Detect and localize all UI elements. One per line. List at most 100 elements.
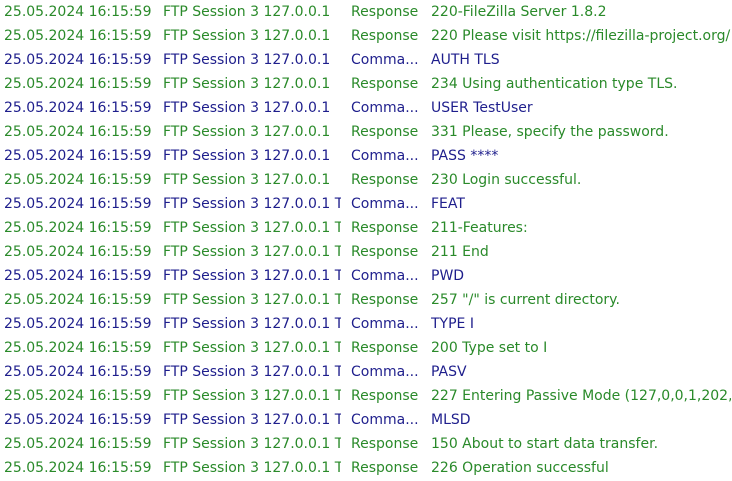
log-row-command[interactable]: 25.05.2024 16:15:59 FTP Session 3 127.0.0… [0,96,732,120]
log-row-command[interactable]: 25.05.2024 16:15:59 FTP Session 3 127.0.0… [0,48,732,72]
log-date-cell: 25.05.2024 16:15:59 [4,460,152,476]
log-type-cell: Comma... [351,148,419,164]
log-message-cell: 331 Please, specify the password. [431,124,669,140]
log-session-cell: FTP Session 3 127.0.0.1 T... [163,412,341,428]
log-type-cell: Response [351,172,419,188]
log-date-cell: 25.05.2024 16:15:59 [4,436,152,452]
log-type-cell: Response [351,436,419,452]
log-message-cell: 150 About to start data transfer. [431,436,659,452]
log-session-cell: FTP Session 3 127.0.0.1 [163,100,331,116]
log-date-cell: 25.05.2024 16:15:59 [4,52,152,68]
log-message-cell: TYPE I [431,316,474,332]
log-row-response[interactable]: 25.05.2024 16:15:59 FTP Session 3 127.0.0… [0,72,732,96]
log-message-cell: 200 Type set to I [431,340,548,356]
log-row-response[interactable]: 25.05.2024 16:15:59 FTP Session 3 127.0.0… [0,432,732,456]
log-session-cell: FTP Session 3 127.0.0.1 T... [163,460,341,476]
log-session-cell: FTP Session 3 127.0.0.1 T... [163,196,341,212]
log-date-cell: 25.05.2024 16:15:59 [4,4,152,20]
log-row-command[interactable]: 25.05.2024 16:15:59 FTP Session 3 127.0.0… [0,264,732,288]
log-row-response[interactable]: 25.05.2024 16:15:59 FTP Session 3 127.0.0… [0,456,732,480]
log-type-cell: Comma... [351,100,419,116]
server-log-list[interactable]: 25.05.2024 16:15:59 FTP Session 3 127.0.0… [0,0,732,481]
log-session-cell: FTP Session 3 127.0.0.1 [163,124,331,140]
log-message-cell: PASV [431,364,467,380]
log-session-cell: FTP Session 3 127.0.0.1 T... [163,388,341,404]
log-type-cell: Response [351,244,419,260]
log-message-cell: 234 Using authentication type TLS. [431,76,678,92]
log-date-cell: 25.05.2024 16:15:59 [4,124,152,140]
log-row-response[interactable]: 25.05.2024 16:15:59 FTP Session 3 127.0.0… [0,168,732,192]
log-session-cell: FTP Session 3 127.0.0.1 [163,76,331,92]
log-date-cell: 25.05.2024 16:15:59 [4,268,152,284]
log-session-cell: FTP Session 3 127.0.0.1 [163,4,331,20]
log-type-cell: Response [351,4,419,20]
log-session-cell: FTP Session 3 127.0.0.1 T... [163,292,341,308]
log-type-cell: Response [351,124,419,140]
log-message-cell: PWD [431,268,465,284]
log-type-cell: Comma... [351,316,419,332]
log-date-cell: 25.05.2024 16:15:59 [4,76,152,92]
log-date-cell: 25.05.2024 16:15:59 [4,340,152,356]
log-date-cell: 25.05.2024 16:15:59 [4,316,152,332]
log-type-cell: Response [351,292,419,308]
log-type-cell: Comma... [351,268,419,284]
log-date-cell: 25.05.2024 16:15:59 [4,388,152,404]
log-date-cell: 25.05.2024 16:15:59 [4,100,152,116]
log-row-response[interactable]: 25.05.2024 16:15:59 FTP Session 3 127.0.0… [0,120,732,144]
log-row-response[interactable]: 25.05.2024 16:15:59 FTP Session 3 127.0.0… [0,384,732,408]
log-type-cell: Response [351,340,419,356]
log-type-cell: Response [351,388,419,404]
log-date-cell: 25.05.2024 16:15:59 [4,412,152,428]
log-row-command[interactable]: 25.05.2024 16:15:59 FTP Session 3 127.0.0… [0,144,732,168]
log-row-response[interactable]: 25.05.2024 16:15:59 FTP Session 3 127.0.0… [0,0,732,24]
log-session-cell: FTP Session 3 127.0.0.1 T... [163,340,341,356]
log-message-cell: MLSD [431,412,471,428]
log-session-cell: FTP Session 3 127.0.0.1 T... [163,316,341,332]
log-row-command[interactable]: 25.05.2024 16:15:59 FTP Session 3 127.0.0… [0,312,732,336]
log-type-cell: Response [351,76,419,92]
log-row-response[interactable]: 25.05.2024 16:15:59 FTP Session 3 127.0.0… [0,336,732,360]
log-session-cell: FTP Session 3 127.0.0.1 [163,172,331,188]
log-session-cell: FTP Session 3 127.0.0.1 T... [163,364,341,380]
log-message-cell: 220-FileZilla Server 1.8.2 [431,4,607,20]
log-message-cell: PASS **** [431,148,499,164]
log-message-cell: FEAT [431,196,465,212]
log-session-cell: FTP Session 3 127.0.0.1 [163,28,331,44]
log-date-cell: 25.05.2024 16:15:59 [4,28,152,44]
log-date-cell: 25.05.2024 16:15:59 [4,364,152,380]
log-type-cell: Comma... [351,196,419,212]
log-row-response[interactable]: 25.05.2024 16:15:59 FTP Session 3 127.0.0… [0,288,732,312]
log-message-cell: USER TestUser [431,100,533,116]
log-session-cell: FTP Session 3 127.0.0.1 T... [163,268,341,284]
log-message-cell: 226 Operation successful [431,460,609,476]
log-row-command[interactable]: 25.05.2024 16:15:59 FTP Session 3 127.0.0… [0,408,732,432]
log-message-cell: 211 End [431,244,489,260]
log-type-cell: Response [351,220,419,236]
log-date-cell: 25.05.2024 16:15:59 [4,196,152,212]
log-session-cell: FTP Session 3 127.0.0.1 T... [163,244,341,260]
log-date-cell: 25.05.2024 16:15:59 [4,292,152,308]
log-row-command[interactable]: 25.05.2024 16:15:59 FTP Session 3 127.0.0… [0,192,732,216]
log-type-cell: Comma... [351,364,419,380]
log-type-cell: Response [351,460,419,476]
log-message-cell: 220 Please visit https://filezilla-proje… [431,28,731,44]
log-session-cell: FTP Session 3 127.0.0.1 T... [163,220,341,236]
log-message-cell: 230 Login successful. [431,172,582,188]
log-row-response[interactable]: 25.05.2024 16:15:59 FTP Session 3 127.0.0… [0,216,732,240]
log-type-cell: Comma... [351,412,419,428]
log-date-cell: 25.05.2024 16:15:59 [4,148,152,164]
log-message-cell: 257 "/" is current directory. [431,292,620,308]
log-row-response[interactable]: 25.05.2024 16:15:59 FTP Session 3 127.0.0… [0,240,732,264]
log-type-cell: Comma... [351,52,419,68]
log-session-cell: FTP Session 3 127.0.0.1 [163,52,331,68]
log-date-cell: 25.05.2024 16:15:59 [4,244,152,260]
log-type-cell: Response [351,28,419,44]
log-session-cell: FTP Session 3 127.0.0.1 [163,148,331,164]
log-date-cell: 25.05.2024 16:15:59 [4,172,152,188]
log-message-cell: 211-Features: [431,220,528,236]
log-row-command[interactable]: 25.05.2024 16:15:59 FTP Session 3 127.0.0… [0,360,732,384]
log-row-response[interactable]: 25.05.2024 16:15:59 FTP Session 3 127.0.0… [0,24,732,48]
log-message-cell: 227 Entering Passive Mode (127,0,0,1,202… [431,388,731,404]
log-message-cell: AUTH TLS [431,52,500,68]
log-session-cell: FTP Session 3 127.0.0.1 T... [163,436,341,452]
